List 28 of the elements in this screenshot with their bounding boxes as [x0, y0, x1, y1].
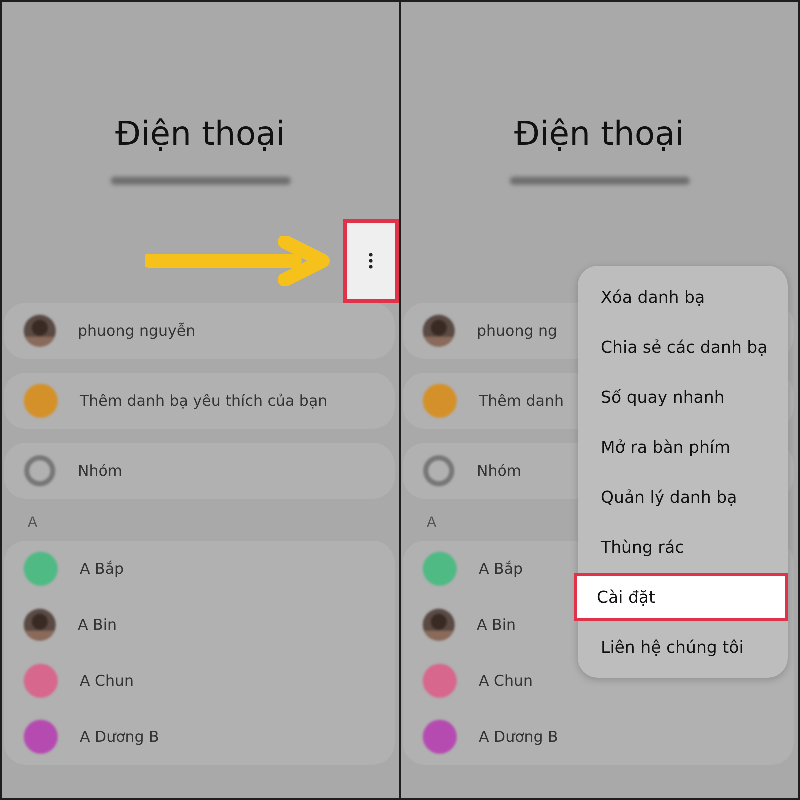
contact-name[interactable]: Nhóm	[477, 462, 522, 480]
menu-item[interactable]: Mở ra bàn phím	[578, 423, 788, 471]
contact-name[interactable]: Thêm danh	[479, 392, 564, 410]
app-title: Điện thoại	[514, 114, 686, 153]
app-title: Điện thoại	[114, 114, 286, 153]
menu-item[interactable]: Quản lý danh bạ	[578, 473, 788, 521]
contact-name[interactable]: A Bin	[477, 616, 516, 634]
menu-item[interactable]: Xóa danh bạ	[578, 273, 788, 321]
contact-name[interactable]: phuong nguyễn	[78, 322, 196, 340]
contact-name[interactable]: Thêm danh bạ yêu thích của bạn	[80, 392, 328, 410]
more-options-button[interactable]	[343, 219, 399, 303]
menu-item[interactable]: Chia sẻ các danh bạ	[578, 323, 788, 371]
contact-name[interactable]: A Chun	[80, 672, 134, 690]
section-letter: A	[427, 515, 438, 531]
section-letter: A	[28, 515, 39, 531]
contact-name[interactable]: A Dương B	[479, 728, 558, 746]
more-icon	[369, 253, 373, 269]
contact-name[interactable]: A Bắp	[80, 560, 124, 578]
menu-item[interactable]: Cài đặt	[574, 573, 788, 621]
contact-name[interactable]: Nhóm	[78, 462, 123, 480]
contact-name[interactable]: A Dương B	[80, 728, 160, 746]
menu-item[interactable]: Số quay nhanh	[578, 373, 788, 421]
contact-name[interactable]: A Bin	[78, 616, 117, 634]
contact-name[interactable]: A Bắp	[479, 560, 524, 578]
contact-name[interactable]: phuong ng	[477, 322, 558, 340]
menu-item[interactable]: Liên hệ chúng tôi	[578, 623, 788, 671]
menu-item[interactable]: Thùng rác	[578, 523, 788, 571]
contact-name[interactable]: A Chun	[479, 672, 534, 690]
